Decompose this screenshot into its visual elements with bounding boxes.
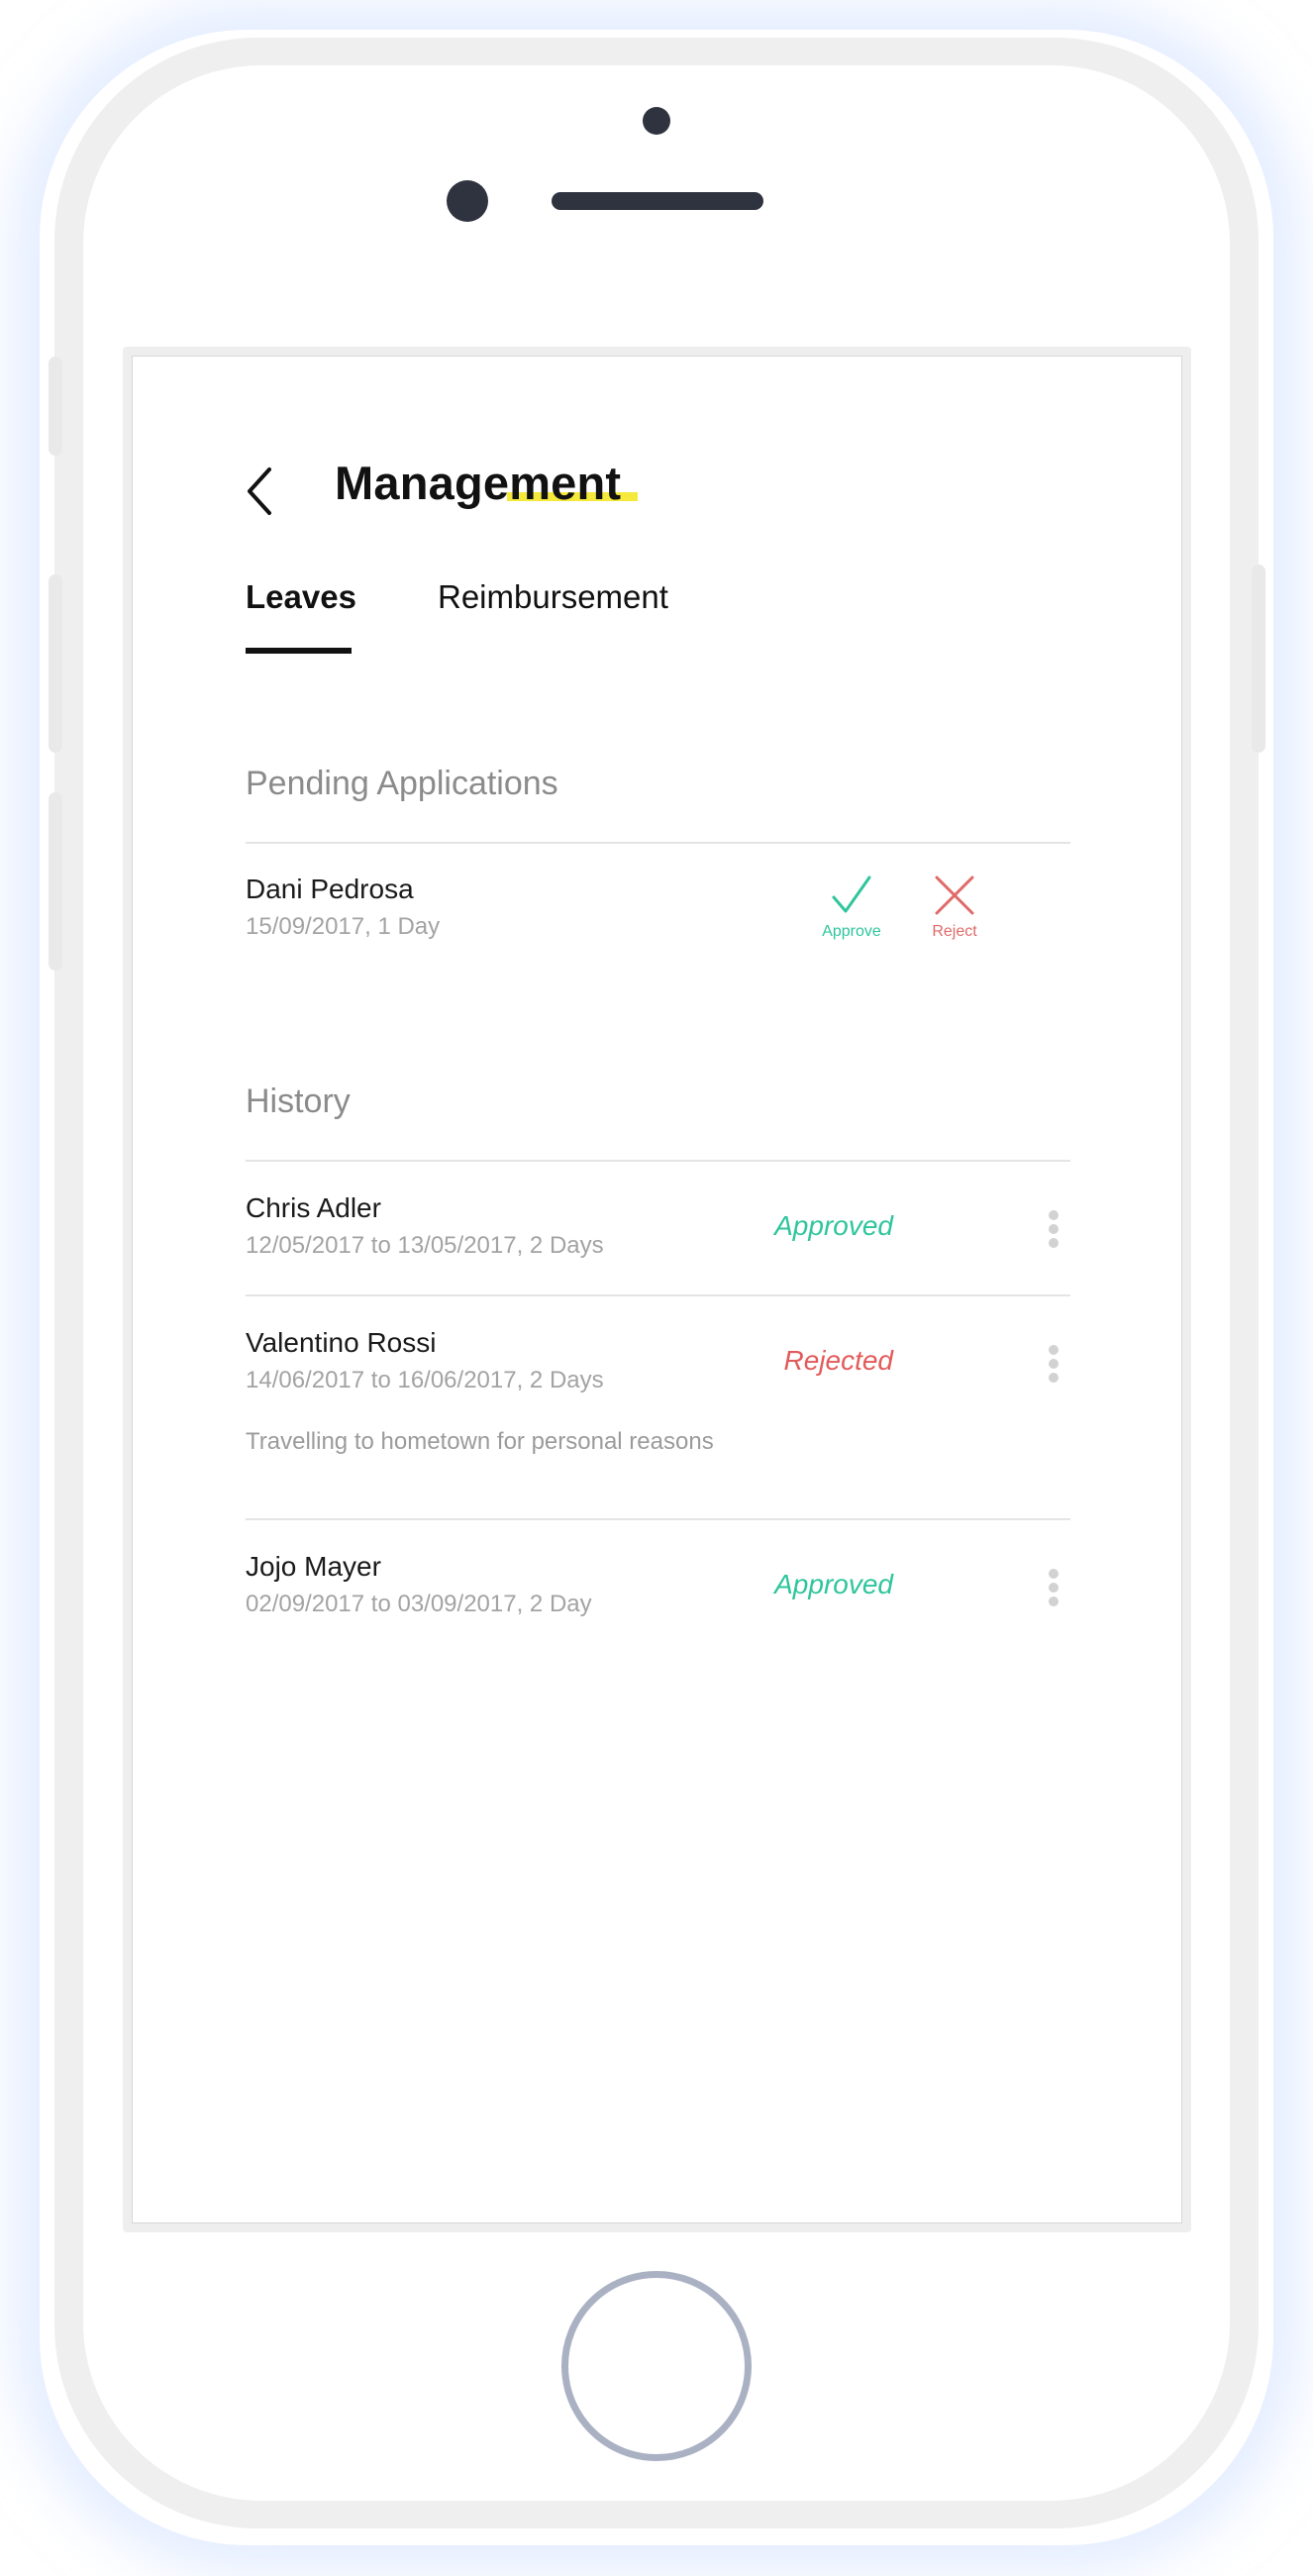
mute-switch	[49, 357, 62, 456]
history-row-divider	[246, 1294, 1070, 1296]
top-camera-dot	[643, 107, 670, 135]
pending-applicant-name: Dani Pedrosa	[246, 874, 414, 904]
more-options-icon[interactable]	[1044, 1208, 1063, 1254]
tab-reimbursement[interactable]: Reimbursement	[438, 578, 668, 616]
power-button	[1252, 565, 1265, 753]
page-title: Management	[335, 457, 622, 509]
history-name-2: Valentino Rossi	[246, 1327, 437, 1358]
pending-section-title: Pending Applications	[246, 765, 558, 802]
history-meta-2: 14/06/2017 to 16/06/2017, 2 Days	[246, 1367, 604, 1393]
home-button[interactable]	[561, 2271, 752, 2461]
status-badge-rejected: Rejected	[783, 1345, 893, 1376]
status-badge-approved: Approved	[774, 1569, 893, 1599]
reject-button[interactable]: Reject	[915, 872, 994, 941]
pending-applicant-meta: 15/09/2017, 1 Day	[246, 913, 441, 940]
earpiece-speaker	[552, 192, 763, 210]
more-options-icon[interactable]	[1044, 1567, 1063, 1612]
history-divider	[246, 1160, 1070, 1162]
approve-button[interactable]: Approve	[812, 872, 891, 941]
app-screen: Management Leaves Reimbursement Pending …	[132, 356, 1182, 2223]
history-meta-3: 02/09/2017 to 03/09/2017, 2 Day	[246, 1591, 592, 1617]
history-name-3: Jojo Mayer	[246, 1551, 381, 1582]
volume-down-button	[49, 792, 62, 971]
history-note-2: Travelling to hometown for personal reas…	[246, 1428, 714, 1455]
history-section-title: History	[246, 1082, 351, 1120]
volume-up-button	[49, 574, 62, 753]
back-chevron-icon[interactable]	[240, 464, 279, 519]
history-meta-1: 12/05/2017 to 13/05/2017, 2 Days	[246, 1232, 604, 1259]
status-badge-approved: Approved	[774, 1210, 893, 1241]
pending-divider	[246, 842, 1070, 844]
front-camera	[447, 180, 488, 222]
more-options-icon[interactable]	[1044, 1343, 1063, 1389]
tab-leaves[interactable]: Leaves	[246, 578, 356, 616]
active-tab-indicator	[246, 648, 352, 654]
check-icon	[832, 876, 871, 913]
approve-label: Approve	[822, 923, 881, 940]
reject-label: Reject	[932, 923, 977, 940]
history-name-1: Chris Adler	[246, 1192, 381, 1223]
history-row-divider	[246, 1518, 1070, 1520]
close-icon	[935, 876, 974, 915]
